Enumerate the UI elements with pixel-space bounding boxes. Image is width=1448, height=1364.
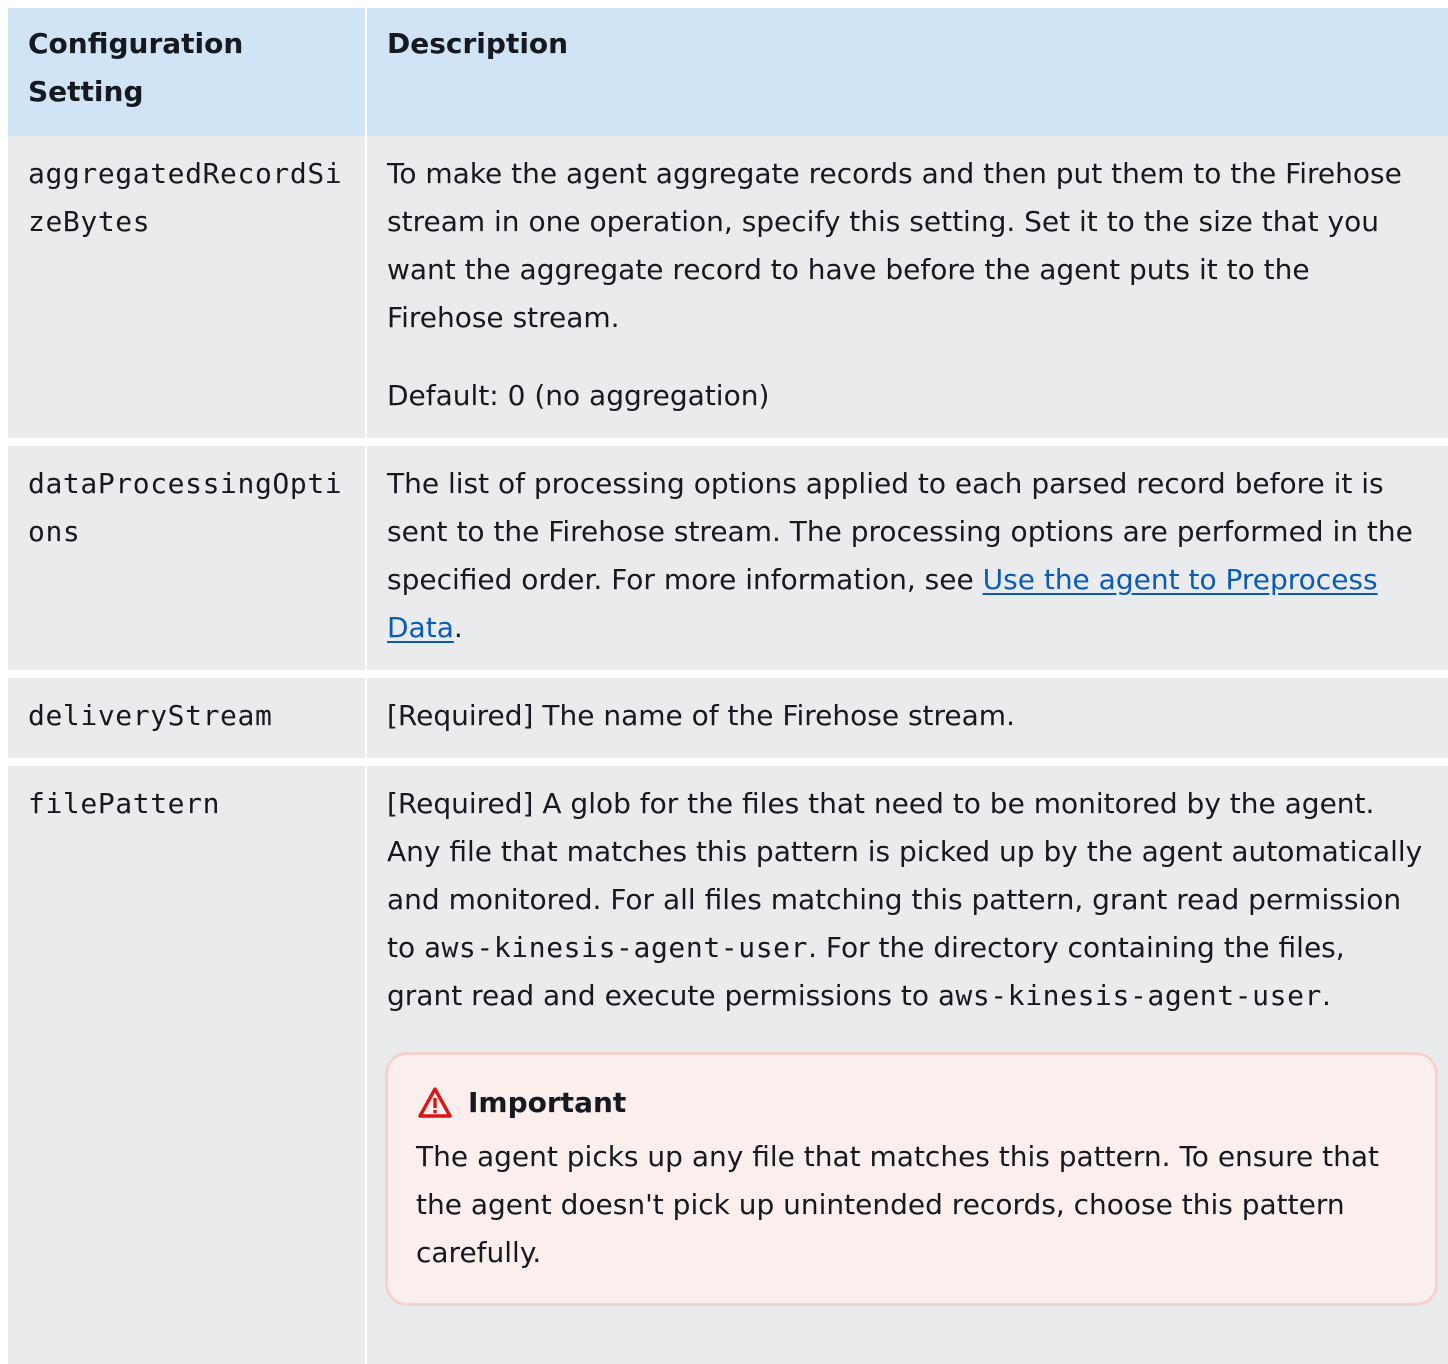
table-body: aggregatedRecordSizeBytes To make the ag…: [8, 136, 1448, 1364]
important-callout: Important The agent picks up any file th…: [385, 1052, 1438, 1306]
setting-description: [Required] The name of the Firehose stre…: [366, 670, 1448, 762]
table-header: Configuration Setting Description: [8, 8, 1448, 136]
column-header-description: Description: [366, 8, 1448, 136]
description-text: To make the agent aggregate records and …: [387, 157, 1402, 334]
description-text: [Required] The name of the Firehose stre…: [387, 699, 1015, 732]
column-header-setting: Configuration Setting: [8, 8, 367, 136]
default-value-text: Default: 0 (no aggregation): [387, 379, 770, 412]
page: Configuration Setting Description aggreg…: [0, 0, 1448, 1364]
inline-code-user: aws-kinesis-agent-user: [424, 931, 809, 964]
table-row: dataProcessingOptions The list of proces…: [8, 438, 1448, 674]
setting-name: deliveryStream: [8, 670, 367, 762]
setting-name: dataProcessingOptions: [8, 438, 367, 674]
warning-icon: [416, 1084, 454, 1122]
setting-description: To make the agent aggregate records and …: [366, 136, 1448, 442]
inline-code-user: aws-kinesis-agent-user: [937, 979, 1322, 1012]
header-row: Configuration Setting Description: [8, 8, 1448, 136]
table-row: deliveryStream [Required] The name of th…: [8, 670, 1448, 762]
table-row: filePattern [Required] A glob for the fi…: [8, 758, 1448, 1364]
description-text: [Required] A glob for the files that nee…: [387, 780, 1428, 1020]
description-text: The list of processing options applied t…: [387, 460, 1428, 652]
description-suffix: .: [453, 611, 463, 644]
setting-name: filePattern: [8, 758, 367, 1364]
table-row: aggregatedRecordSizeBytes To make the ag…: [8, 136, 1448, 442]
configuration-table: Configuration Setting Description aggreg…: [8, 8, 1448, 1364]
description-part-3: .: [1322, 979, 1331, 1012]
callout-header: Important: [416, 1083, 1399, 1123]
setting-name: aggregatedRecordSizeBytes: [8, 136, 367, 442]
callout-body: The agent picks up any file that matches…: [416, 1140, 1380, 1269]
setting-description: The list of processing options applied t…: [366, 438, 1448, 674]
setting-description: [Required] A glob for the files that nee…: [366, 758, 1448, 1364]
callout-title: Important: [468, 1086, 627, 1119]
